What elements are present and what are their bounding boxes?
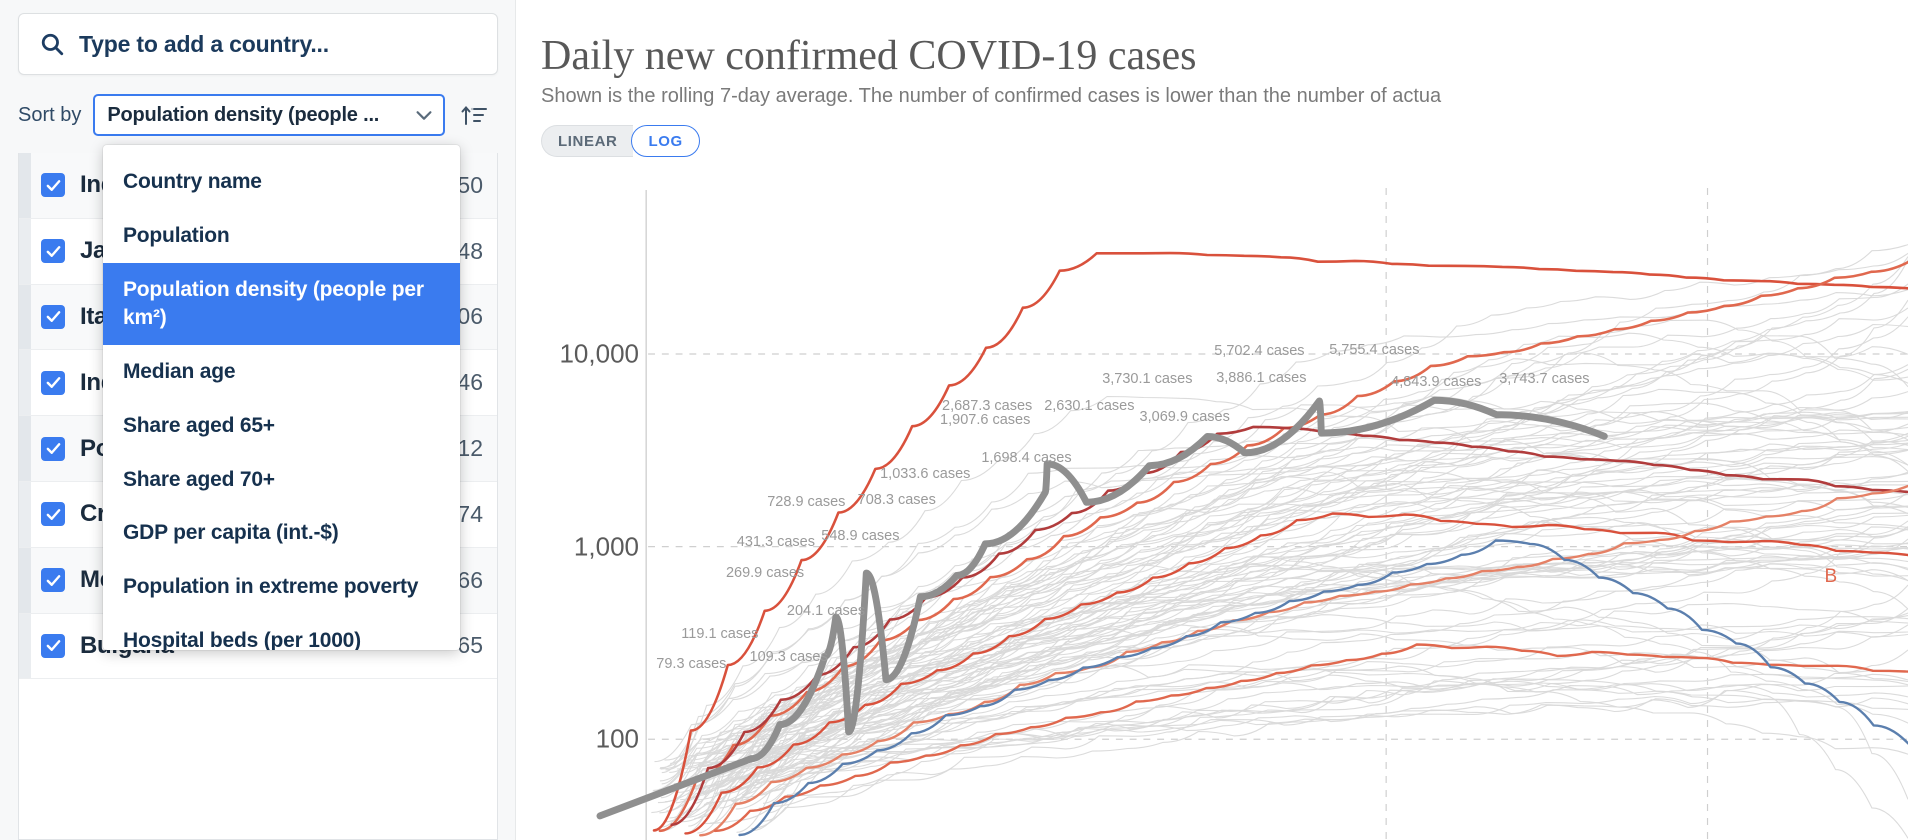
sort-by-select[interactable]: Population density (people ... bbox=[93, 94, 446, 136]
sort-option[interactable]: Hospital beds (per 1000) bbox=[103, 614, 460, 650]
sort-ascending-icon[interactable] bbox=[461, 101, 489, 129]
country-checkbox[interactable] bbox=[41, 568, 65, 593]
sort-option[interactable]: Country name bbox=[103, 155, 460, 209]
sort-by-selected-value: Population density (people ... bbox=[107, 103, 380, 126]
data-point-label: 548.9 cases bbox=[821, 528, 900, 544]
data-point-label: 119.1 cases bbox=[681, 626, 759, 642]
chart-title: Daily new confirmed COVID-19 cases bbox=[541, 33, 1197, 79]
row-indicator-bar bbox=[19, 284, 31, 350]
data-point-label: 2,687.3 cases bbox=[942, 398, 1033, 414]
country-checkbox[interactable] bbox=[41, 502, 65, 527]
data-point-label: 3,069.9 cases bbox=[1139, 409, 1230, 425]
country-checkbox[interactable] bbox=[41, 173, 65, 198]
row-indicator-bar bbox=[19, 481, 31, 547]
data-point-label: 4,843.9 cases bbox=[1391, 374, 1482, 390]
country-metric-value: 65 bbox=[457, 632, 483, 659]
sort-option[interactable]: Median age bbox=[103, 345, 460, 399]
country-metric-value: 66 bbox=[457, 566, 483, 593]
scale-toggle-log[interactable]: LOG bbox=[631, 125, 700, 157]
row-indicator-bar bbox=[19, 416, 31, 481]
sort-option[interactable]: Population in extreme poverty bbox=[103, 560, 460, 614]
chart-subtitle: Shown is the rolling 7-day average. The … bbox=[541, 85, 1442, 107]
sort-option[interactable]: GDP per capita (int.-$) bbox=[103, 506, 460, 560]
chart-panel: Daily new confirmed COVID-19 cases Shown… bbox=[517, 0, 1908, 840]
plot-area[interactable]: 100 1,000 10,000 79.3 cases 109.3 cases 119.1… bbox=[541, 170, 1908, 840]
country-checkbox[interactable] bbox=[41, 370, 65, 395]
plot-lines bbox=[596, 188, 1908, 840]
data-point-label: 728.9 cases bbox=[767, 494, 846, 510]
app-root: Type to add a country... Sort by Populat… bbox=[0, 0, 1908, 840]
y-axis-tick-label: 1,000 bbox=[573, 531, 639, 562]
country-checkbox[interactable] bbox=[41, 304, 65, 329]
country-checkbox[interactable] bbox=[41, 633, 65, 658]
data-point-label: 79.3 cases bbox=[656, 656, 727, 672]
row-indicator-bar bbox=[19, 613, 31, 679]
data-point-label: 204.1 cases bbox=[786, 602, 866, 619]
data-point-label: 3,886.1 cases bbox=[1216, 370, 1307, 386]
y-axis-tick-label: 10,000 bbox=[559, 338, 639, 369]
data-point-label: 5,755.4 cases bbox=[1329, 342, 1420, 358]
country-search-box[interactable]: Type to add a country... bbox=[18, 13, 498, 75]
country-metric-value: 74 bbox=[457, 500, 483, 527]
search-icon bbox=[39, 31, 65, 57]
data-point-label: 708.3 cases bbox=[857, 492, 936, 508]
data-point-label: 2,630.1 cases bbox=[1044, 398, 1135, 414]
country-selector-sidebar: Type to add a country... Sort by Populat… bbox=[0, 0, 516, 840]
search-input-placeholder[interactable]: Type to add a country... bbox=[79, 31, 329, 58]
row-indicator-bar bbox=[19, 153, 31, 218]
data-point-label: 1,698.4 cases bbox=[981, 449, 1072, 466]
y-axis-tick-label: 100 bbox=[595, 723, 639, 754]
sort-option[interactable]: Share aged 70+ bbox=[103, 453, 460, 507]
country-checkbox[interactable] bbox=[41, 239, 65, 264]
sort-option[interactable]: Population bbox=[103, 209, 460, 263]
series-end-label: B bbox=[1824, 566, 1838, 587]
data-point-label: 109.3 cases bbox=[749, 649, 828, 665]
sort-by-label: Sort by bbox=[18, 103, 82, 126]
scale-toggle-linear[interactable]: LINEAR bbox=[541, 125, 634, 157]
chevron-down-icon[interactable] bbox=[413, 104, 435, 126]
data-point-label: 1,907.6 cases bbox=[940, 412, 1031, 428]
country-checkbox[interactable] bbox=[41, 436, 65, 461]
row-indicator-bar bbox=[19, 218, 31, 284]
data-point-label: 431.3 cases bbox=[736, 534, 815, 550]
scale-toggle: LINEAR LOG bbox=[541, 125, 700, 157]
sort-option[interactable]: Population density (people per km²) bbox=[103, 262, 460, 345]
sort-by-dropdown-menu[interactable]: Country name Population Population density… bbox=[103, 145, 460, 650]
data-point-label: 269.9 cases bbox=[725, 565, 805, 581]
data-point-label: 5,702.4 cases bbox=[1214, 343, 1305, 359]
data-point-label: 3,730.1 cases bbox=[1102, 371, 1193, 387]
data-point-label: 3,743.7 cases bbox=[1499, 371, 1590, 387]
data-point-label: 1,033.6 cases bbox=[880, 466, 971, 482]
sort-option[interactable]: Share aged 65+ bbox=[103, 399, 460, 453]
row-indicator-bar bbox=[19, 547, 31, 613]
sort-controls-row: Sort by Population density (people ... bbox=[18, 94, 498, 136]
row-indicator-bar bbox=[19, 350, 31, 416]
